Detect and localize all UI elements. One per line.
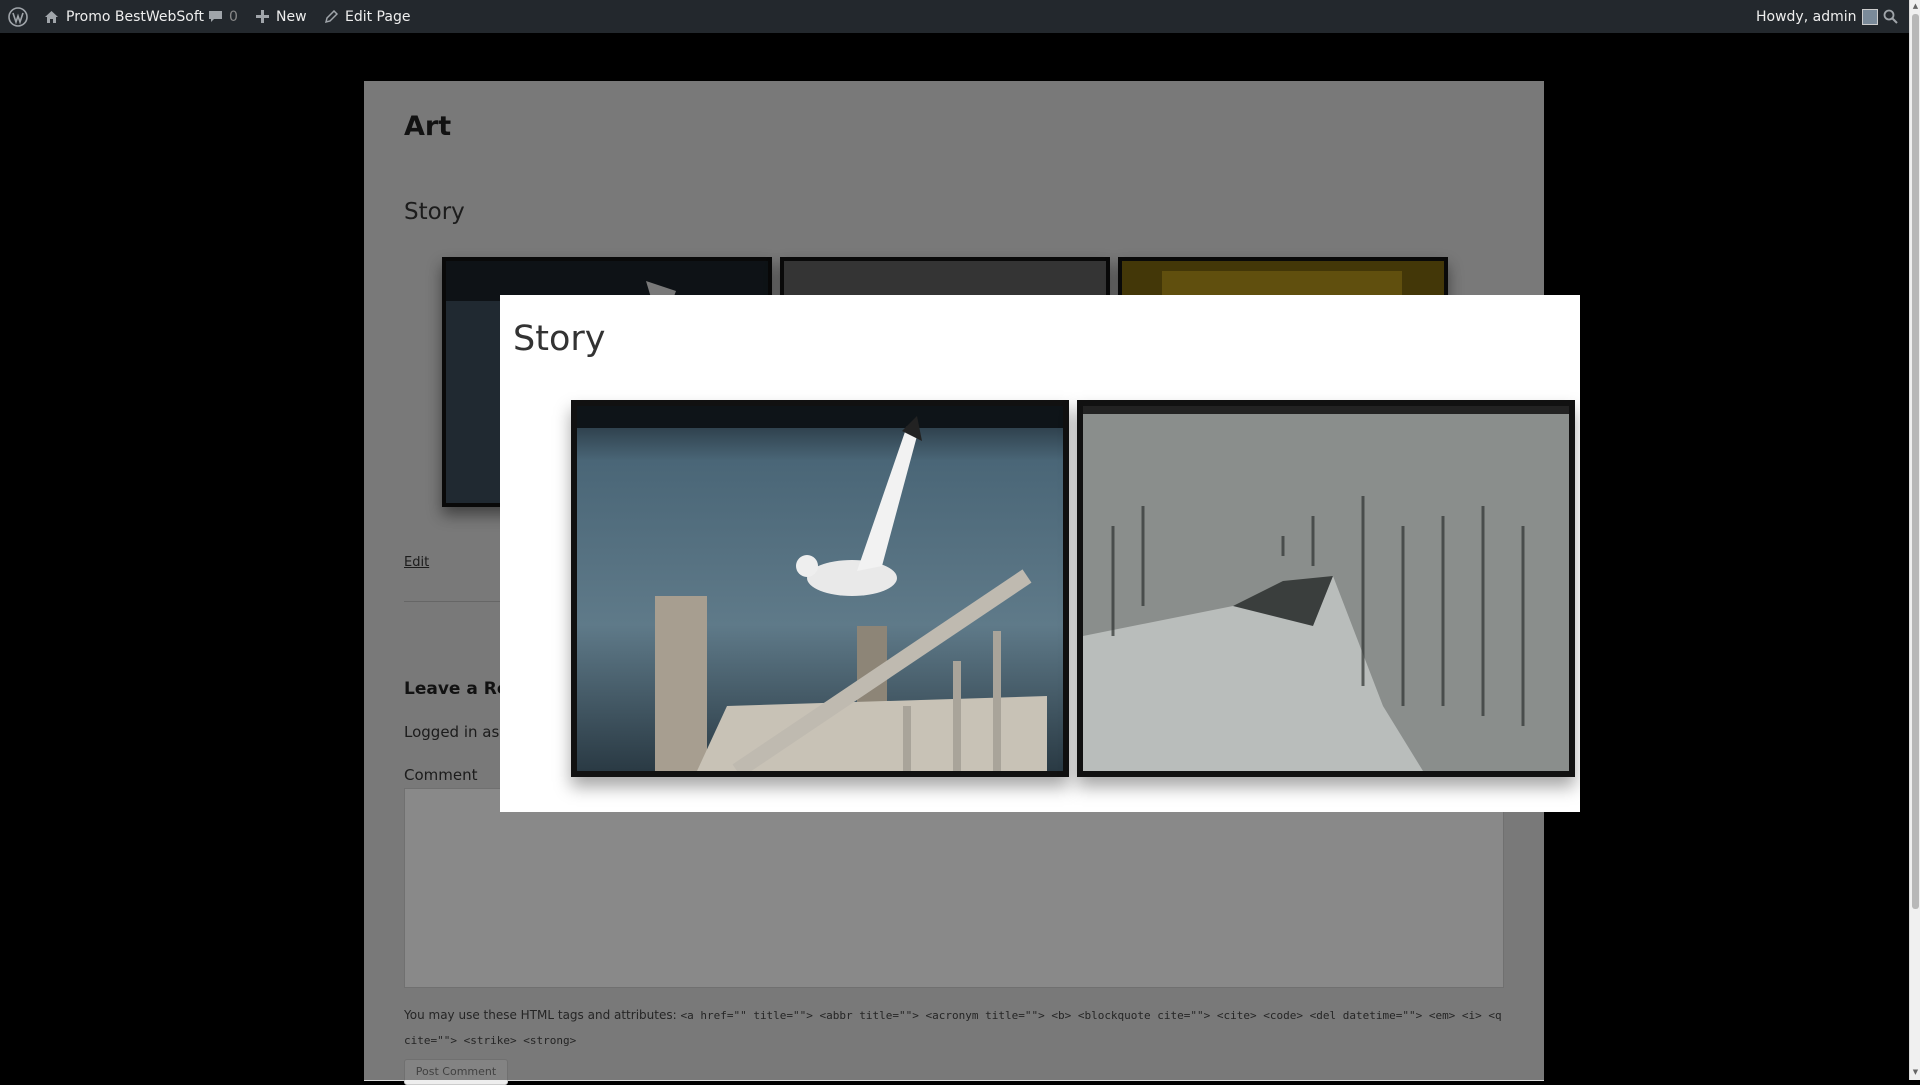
comments-link[interactable]: 0 <box>208 0 238 33</box>
lightbox: Story <box>500 295 1580 812</box>
search-icon[interactable] <box>1883 0 1898 33</box>
my-account-link[interactable]: Howdy, admin <box>1756 0 1879 33</box>
site-name-label: Promo BestWebSoft <box>66 8 205 25</box>
comments-count: 0 <box>229 8 238 25</box>
lightbox-image-seagull[interactable] <box>571 400 1069 777</box>
edit-page-link[interactable]: Edit Page <box>324 0 410 33</box>
new-label: New <box>276 8 307 25</box>
lightbox-image-book[interactable] <box>1077 400 1575 777</box>
plus-icon <box>256 10 269 23</box>
scrollbar[interactable]: ▲ ▼ <box>1909 0 1920 1080</box>
scroll-thumb[interactable] <box>1912 14 1919 909</box>
new-content-link[interactable]: New <box>256 0 307 33</box>
wordpress-logo-icon[interactable] <box>8 0 28 33</box>
admin-bar: Promo BestWebSoft 0 New Edit Page Howdy,… <box>0 0 1909 33</box>
site-name-link[interactable]: Promo BestWebSoft <box>44 0 204 33</box>
home-icon <box>44 10 59 24</box>
scroll-down-arrow-icon[interactable]: ▼ <box>1912 1068 1919 1076</box>
lightbox-title: Story <box>513 319 606 359</box>
pencil-icon <box>324 9 338 24</box>
scroll-up-arrow-icon[interactable]: ▲ <box>1912 2 1919 10</box>
comment-bubble-icon <box>208 10 223 24</box>
greeting-label: Howdy, admin <box>1756 8 1857 25</box>
avatar <box>1862 8 1879 25</box>
edit-page-label: Edit Page <box>345 8 411 25</box>
